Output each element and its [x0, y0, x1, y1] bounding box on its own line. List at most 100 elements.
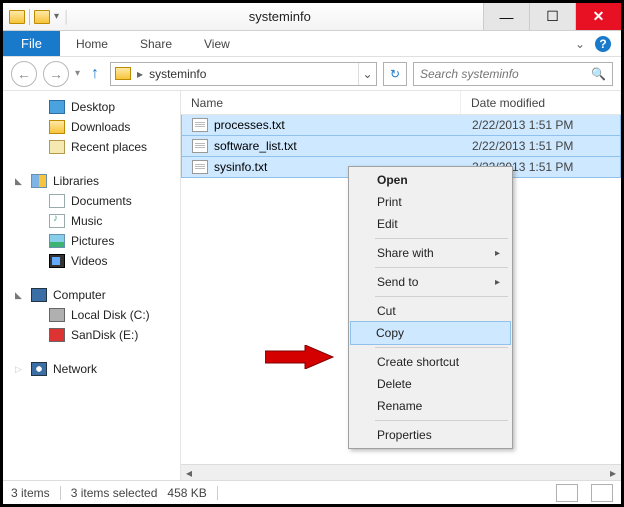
- menu-open[interactable]: Open: [351, 169, 510, 191]
- navpane-videos[interactable]: Videos: [3, 251, 180, 271]
- navpane-label: Downloads: [71, 120, 130, 134]
- tab-view[interactable]: View: [188, 31, 246, 56]
- music-icon: [49, 214, 65, 228]
- menu-separator: [375, 267, 508, 268]
- back-button[interactable]: ←: [11, 61, 37, 87]
- collapse-icon[interactable]: ◣: [15, 176, 22, 187]
- horizontal-scrollbar[interactable]: ◂ ▸: [181, 464, 621, 480]
- qat-folder-icon[interactable]: [34, 10, 50, 24]
- scroll-right-icon[interactable]: ▸: [605, 466, 621, 480]
- forward-button[interactable]: →: [43, 61, 69, 87]
- navpane-documents[interactable]: Documents: [3, 191, 180, 211]
- help-icon[interactable]: ?: [595, 36, 611, 52]
- menu-share-with[interactable]: Share with: [351, 242, 510, 264]
- address-folder-icon: [115, 67, 131, 80]
- menu-properties[interactable]: Properties: [351, 424, 510, 446]
- view-icons-button[interactable]: [591, 484, 613, 502]
- navpane-label: Recent places: [71, 140, 147, 154]
- menu-delete[interactable]: Delete: [351, 373, 510, 395]
- file-row[interactable]: software_list.txt 2/22/2013 1:51 PM: [181, 135, 621, 157]
- navpane-pictures[interactable]: Pictures: [3, 231, 180, 251]
- up-button[interactable]: ↑: [86, 61, 104, 87]
- ribbon-tabs: File Home Share View ⌄ ?: [3, 31, 621, 57]
- file-row[interactable]: processes.txt 2/22/2013 1:51 PM: [181, 115, 621, 136]
- breadcrumb-segment[interactable]: systeminfo: [145, 67, 210, 81]
- window-title: systeminfo: [77, 9, 483, 24]
- file-name: processes.txt: [214, 118, 285, 132]
- computer-icon: [31, 288, 47, 302]
- menu-separator: [375, 420, 508, 421]
- hdd-icon: [49, 308, 65, 322]
- libraries-icon: [31, 174, 47, 188]
- navpane-label: Network: [53, 362, 97, 376]
- menu-edit[interactable]: Edit: [351, 213, 510, 235]
- address-bar[interactable]: ▸ systeminfo ⌄: [110, 62, 377, 86]
- menu-separator: [375, 347, 508, 348]
- usb-icon: [49, 328, 65, 342]
- desktop-icon: [49, 100, 65, 114]
- navpane-libraries[interactable]: ◣ Libraries: [3, 171, 180, 191]
- network-icon: [31, 362, 47, 376]
- column-name[interactable]: Name: [181, 91, 461, 114]
- app-icon[interactable]: [9, 10, 25, 24]
- navpane-label: Documents: [71, 194, 132, 208]
- file-date: 2/22/2013 1:51 PM: [462, 139, 620, 153]
- navigation-bar: ← → ▾ ↑ ▸ systeminfo ⌄ ↻ 🔍: [3, 57, 621, 91]
- view-details-button[interactable]: [556, 484, 578, 502]
- search-input[interactable]: [420, 67, 591, 81]
- column-headers: Name Date modified: [181, 91, 621, 115]
- navpane-downloads[interactable]: Downloads: [3, 117, 180, 137]
- close-button[interactable]: ✕: [575, 3, 621, 30]
- navpane-label: Pictures: [71, 234, 114, 248]
- maximize-button[interactable]: ☐: [529, 3, 575, 30]
- breadcrumb-chevron-icon[interactable]: ▸: [135, 67, 145, 81]
- navpane-label: Videos: [71, 254, 107, 268]
- recent-icon: [49, 140, 65, 154]
- documents-icon: [49, 194, 65, 208]
- annotation-arrow: [265, 345, 335, 369]
- file-date: 2/22/2013 1:51 PM: [462, 118, 620, 132]
- menu-separator: [375, 296, 508, 297]
- navpane-label: Libraries: [53, 174, 99, 188]
- navpane-computer[interactable]: ◣Computer: [3, 285, 180, 305]
- menu-cut[interactable]: Cut: [351, 300, 510, 322]
- tab-share[interactable]: Share: [124, 31, 188, 56]
- navpane-desktop[interactable]: Desktop: [3, 97, 180, 117]
- minimize-button[interactable]: ―: [483, 3, 529, 30]
- menu-send-to[interactable]: Send to: [351, 271, 510, 293]
- address-dropdown-icon[interactable]: ⌄: [358, 63, 376, 85]
- history-dropdown-icon[interactable]: ▾: [75, 68, 80, 79]
- column-date[interactable]: Date modified: [461, 91, 621, 114]
- file-name: sysinfo.txt: [214, 160, 267, 174]
- menu-label: Send to: [377, 275, 418, 289]
- menu-create-shortcut[interactable]: Create shortcut: [351, 351, 510, 373]
- title-bar: ▾ │ systeminfo ― ☐ ✕: [3, 3, 621, 31]
- tab-home[interactable]: Home: [60, 31, 124, 56]
- navpane-sandisk[interactable]: SanDisk (E:): [3, 325, 180, 345]
- navpane-music[interactable]: Music: [3, 211, 180, 231]
- navpane-label: Music: [71, 214, 102, 228]
- navpane-network[interactable]: ▷ Network: [3, 359, 180, 379]
- menu-print[interactable]: Print: [351, 191, 510, 213]
- search-box[interactable]: 🔍: [413, 62, 613, 86]
- menu-label: Share with: [377, 246, 434, 260]
- scroll-left-icon[interactable]: ◂: [181, 466, 197, 480]
- search-icon[interactable]: 🔍: [591, 67, 606, 81]
- menu-copy[interactable]: Copy: [350, 321, 511, 345]
- file-tab[interactable]: File: [3, 31, 60, 56]
- context-menu: Open Print Edit Share with Send to Cut C…: [348, 166, 513, 449]
- folder-icon: [49, 120, 65, 134]
- navigation-pane: Desktop Downloads Recent places ◣ Librari…: [3, 91, 181, 480]
- navpane-local-disk[interactable]: Local Disk (C:): [3, 305, 180, 325]
- quick-access-toolbar: ▾ │: [3, 9, 77, 25]
- navpane-recent[interactable]: Recent places: [3, 137, 180, 157]
- menu-rename[interactable]: Rename: [351, 395, 510, 417]
- navpane-label: Local Disk (C:): [71, 308, 150, 322]
- qat-dropdown-icon[interactable]: ▾: [54, 11, 59, 22]
- collapse-icon[interactable]: ◣: [15, 290, 22, 301]
- ribbon-collapse-icon[interactable]: ⌄: [575, 37, 585, 51]
- expand-icon[interactable]: ▷: [15, 364, 22, 375]
- file-name: software_list.txt: [214, 139, 297, 153]
- refresh-button[interactable]: ↻: [383, 62, 407, 86]
- menu-separator: [375, 238, 508, 239]
